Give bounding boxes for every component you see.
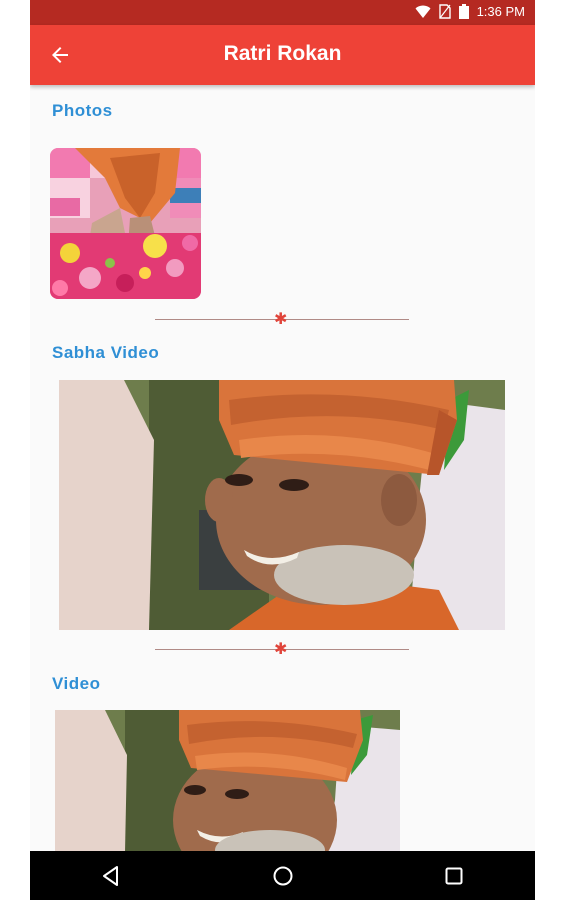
section-title-video: Video [52, 674, 101, 693]
sabha-video-image [59, 380, 505, 630]
no-sim-icon [438, 4, 451, 19]
system-nav-bar [30, 851, 535, 900]
app-bar: Ratri Rokan [30, 25, 535, 85]
nav-recents-button[interactable] [441, 863, 467, 889]
video-thumbnail[interactable] [55, 710, 400, 852]
battery-icon [458, 4, 469, 19]
back-triangle-icon [103, 866, 118, 886]
sabha-video-thumbnail[interactable] [59, 380, 505, 630]
status-time: 1:36 PM [476, 4, 525, 19]
photo-thumbnail[interactable] [50, 148, 201, 299]
wifi-icon [415, 5, 431, 18]
page-title: Ratri Rokan [223, 42, 342, 65]
star-ornament-icon: ✱ [274, 639, 288, 658]
star-ornament-icon: ✱ [274, 309, 288, 328]
nav-back-button[interactable] [98, 863, 124, 889]
section-title-photos: Photos [52, 101, 113, 120]
section-title-sabha-video: Sabha Video [52, 343, 160, 362]
nav-home-button[interactable] [270, 863, 296, 889]
recents-square-icon [445, 867, 463, 885]
status-bar: 1:36 PM [30, 0, 535, 25]
video-image [55, 710, 400, 852]
section-divider: ✱ [155, 639, 409, 658]
home-circle-icon [273, 866, 293, 886]
photo-image [50, 148, 201, 299]
section-divider: ✱ [155, 309, 409, 328]
device-screen: 1:36 PM Ratri Rokan Photos ✱ Sabha Video… [30, 0, 535, 900]
